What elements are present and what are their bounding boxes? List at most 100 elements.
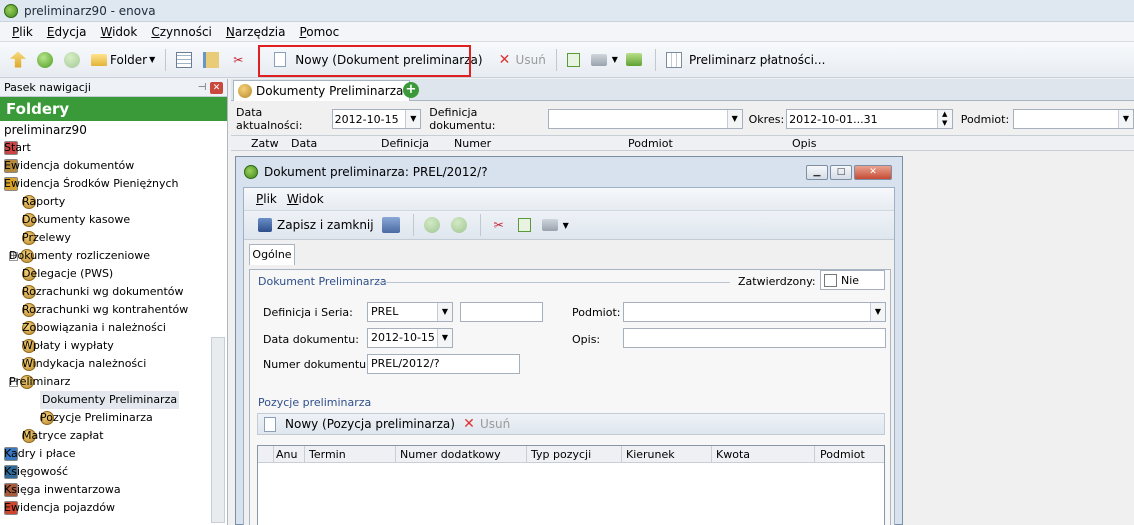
grid-view-button[interactable] [172,47,199,73]
add-tab-icon[interactable]: + [403,82,419,98]
nav-scrollbar[interactable] [211,337,225,523]
new-position-button[interactable]: Nowy (Pozycja preliminarza) [264,411,455,437]
date-filter-combo[interactable]: 2012-10-15 ▼ [331,109,422,129]
column-opis[interactable]: Opis [792,137,816,150]
close-icon[interactable]: ✕ [210,81,223,94]
column-definicja[interactable]: Definicja [381,137,429,150]
tree-item[interactable]: Matryce zapłat [0,427,227,445]
tab-dokumenty-preliminarza[interactable]: Dokumenty Preliminarza [233,80,411,101]
chevron-down-icon[interactable]: ▼ [870,303,885,321]
print-button[interactable]: ▼ [587,47,622,73]
open-folder-button[interactable] [622,47,649,73]
doc-print-button[interactable]: ▼ [538,212,573,238]
save-all-button[interactable] [378,212,407,238]
subject-filter-combo[interactable]: ▼ [1013,109,1134,129]
period-filter-field[interactable]: 2012-10-01...31 ▲ ▼ [786,109,953,129]
doc-menu-widok[interactable]: Widok [287,192,324,206]
column-kwota[interactable]: Kwota [716,448,750,461]
payment-schedule-button[interactable]: Preliminarz płatności... [662,47,829,73]
chevron-down-icon[interactable]: ▼ [437,329,452,347]
tab-ogolne[interactable]: Ogólne [249,244,295,265]
column-zatw[interactable]: Zatw [251,137,279,150]
definition-filter-combo[interactable]: ▼ [547,109,743,129]
prev-button[interactable] [420,212,447,238]
menu-widok[interactable]: Widok [100,25,137,39]
checkbox-icon[interactable] [824,273,837,287]
tree-item[interactable]: + Dokumenty rozliczeniowe [0,247,227,265]
document-tabs: Ogólne [244,240,894,265]
tree-item-label: Rozrachunki wg dokumentów [22,285,184,298]
tree-item[interactable]: Ewidencja Środków Pieniężnych [0,175,227,193]
tree-item[interactable]: Dokumenty kasowe [0,211,227,229]
column-podmiot[interactable]: Podmiot [628,137,673,150]
tree-item[interactable]: − Preliminarz [0,373,227,391]
spinner-icon[interactable]: ▲ ▼ [936,110,952,128]
tree-item[interactable]: Start [0,139,227,157]
close-icon[interactable]: ✕ [854,165,892,180]
delete-label: Usuń [515,52,546,67]
up-level-button[interactable] [6,47,33,73]
tree-item[interactable]: Zobowiązania i należności [0,319,227,337]
tree-item-label: Zobowiązania i należności [22,321,166,334]
chevron-down-icon[interactable]: ▼ [726,110,742,128]
definition-combo[interactable]: PREL ▼ [367,302,453,322]
column-termin[interactable]: Termin [309,448,346,461]
menu-czynnosci[interactable]: Czynności [151,25,212,39]
save-close-button[interactable]: Zapisz i zamknij [254,212,378,238]
folder-button[interactable]: Folder ▼ [87,47,159,73]
column-typ-pozycji[interactable]: Typ pozycji [531,448,591,461]
menu-bar: Plik Edycja Widok Czynności Narzędzia Po… [0,22,1134,42]
pin-icon[interactable]: ⊣ [196,82,208,94]
subject-combo[interactable]: ▼ [623,302,886,322]
next-button[interactable] [447,212,474,238]
tree-item[interactable]: Dokumenty Preliminarza [0,391,227,409]
tree-root[interactable]: preliminarz90 [0,121,227,139]
tree-view-button[interactable] [199,47,226,73]
column-numer[interactable]: Numer [454,137,491,150]
column-kierunek[interactable]: Kierunek [626,448,675,461]
column-anu[interactable]: Anu [276,448,297,461]
definition-label: Definicja i Seria: [263,306,353,319]
maximize-icon[interactable]: □ [830,165,852,180]
series-field[interactable] [460,302,543,322]
column-numer-dodatkowy[interactable]: Numer dodatkowy [400,448,501,461]
date-combo[interactable]: 2012-10-15 ▼ [367,328,453,348]
back-button[interactable] [33,47,60,73]
tree-item[interactable]: Księga inwentarzowa [0,481,227,499]
tree-item[interactable]: Windykacja należności [0,355,227,373]
forward-button[interactable] [60,47,87,73]
tree-item[interactable]: Księgowość [0,463,227,481]
column-separator [526,446,527,462]
column-podmiot[interactable]: Podmiot [820,448,865,461]
tree-item[interactable]: Rozrachunki wg kontrahentów [0,301,227,319]
doc-menu-plik[interactable]: Plik [256,192,277,206]
tree-item[interactable]: Delegacje (PWS) [0,265,227,283]
tree-item[interactable]: Pozycje Preliminarza [0,409,227,427]
chevron-down-icon[interactable]: ▼ [1117,110,1133,128]
tools-button[interactable]: ✂ [226,47,253,73]
description-field[interactable] [623,328,886,348]
menu-plik[interactable]: Plik [12,25,33,39]
approved-checkbox[interactable]: Nie [820,270,885,290]
delete-button[interactable]: ✕ Usuń [493,47,550,73]
subject-label: Podmiot: [572,306,621,319]
tree-item[interactable]: Ewidencja pojazdów [0,499,227,517]
menu-pomoc[interactable]: Pomoc [299,25,339,39]
refresh-button[interactable] [563,47,587,73]
tree-item[interactable]: Raporty [0,193,227,211]
tree-item[interactable]: Rozrachunki wg dokumentów [0,283,227,301]
column-data[interactable]: Data [291,137,317,150]
tree-item[interactable]: Wpłaty i wypłaty [0,337,227,355]
menu-narzedzia[interactable]: Narzędzia [226,25,286,39]
menu-edycja[interactable]: Edycja [47,25,87,39]
chevron-down-icon[interactable]: ▼ [405,110,421,128]
chevron-down-icon[interactable]: ▼ [437,303,452,321]
doc-tools-button[interactable]: ✂ [487,212,514,238]
doc-refresh-button[interactable] [514,212,538,238]
tree-item[interactable]: Kadry i płace [0,445,227,463]
tree-item[interactable]: Przelewy [0,229,227,247]
tree-item[interactable]: Ewidencja dokumentów [0,157,227,175]
minimize-icon[interactable]: ▁ [806,165,828,180]
delete-position-button[interactable]: ✕ Usuń [461,411,510,437]
number-field[interactable]: PREL/2012/? [367,354,520,374]
